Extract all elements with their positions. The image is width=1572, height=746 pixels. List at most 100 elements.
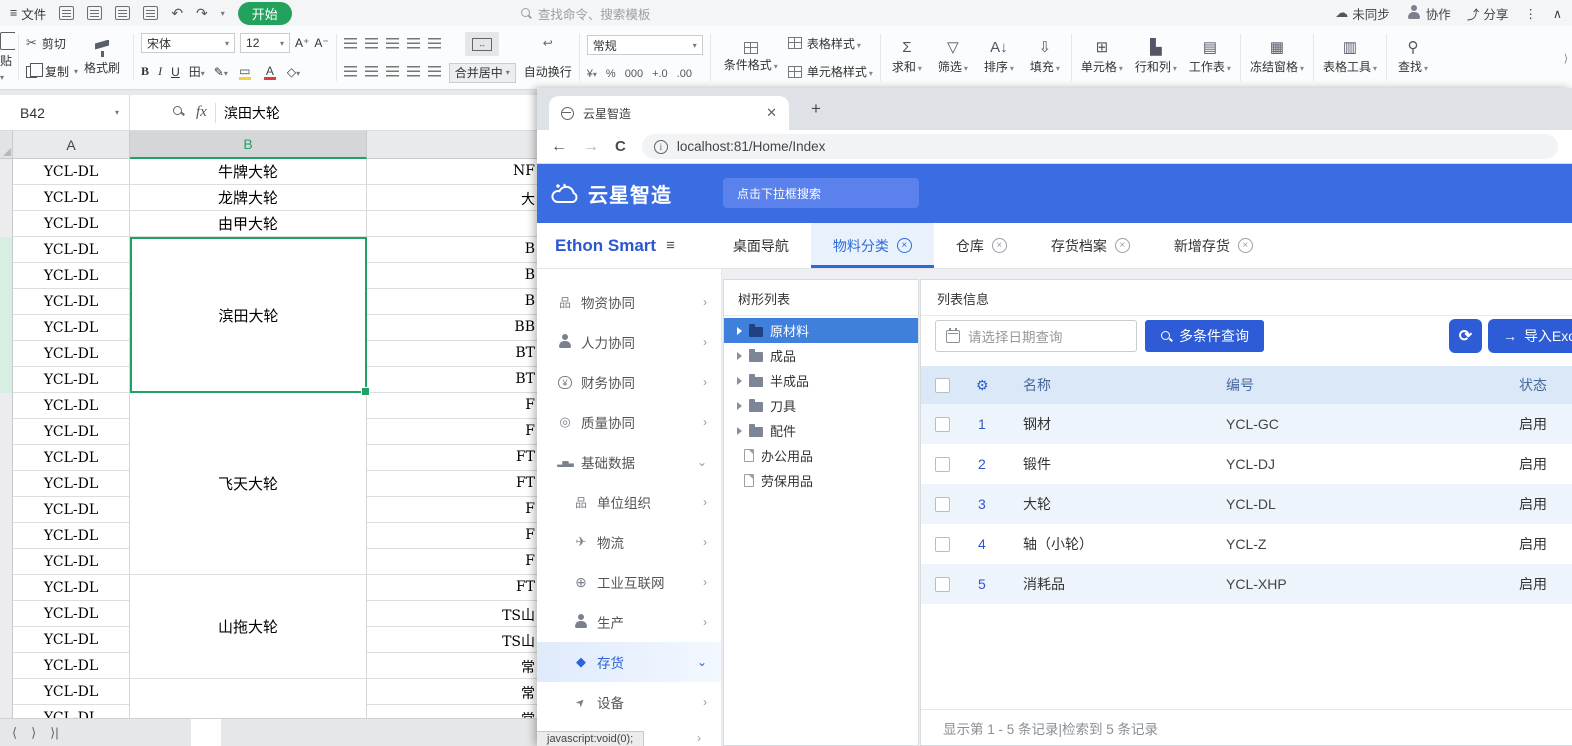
sidebar-item[interactable]: 质量协同 › xyxy=(537,402,721,442)
ribbon-big-button[interactable]: ▥表格工具 xyxy=(1317,29,1383,86)
expand-arrow-icon[interactable] xyxy=(737,352,742,360)
format-painter-button[interactable]: 格式刷 xyxy=(78,40,126,76)
ribbon-big-button[interactable]: ▦冻结窗格 xyxy=(1244,29,1310,86)
page-tab-close-icon[interactable]: × xyxy=(992,238,1007,253)
grid-cell-b[interactable]: 山拖大轮 xyxy=(130,575,367,679)
sidebar-item[interactable]: 人力协同 › xyxy=(537,322,721,362)
grid-cell-a[interactable]: YCL-DL xyxy=(13,549,130,575)
ribbon-expand-icon[interactable]: ⟩ xyxy=(1564,52,1568,65)
sheet-prev-icon[interactable]: ⟨ xyxy=(12,725,17,741)
grid-cell-a[interactable]: YCL-DL xyxy=(13,497,130,523)
sidebar-item[interactable]: 单位组织 › xyxy=(537,482,721,522)
menu-toggle-icon[interactable]: ≡ xyxy=(666,237,675,254)
paste-button[interactable]: 贴▾ xyxy=(0,29,15,86)
bold-button[interactable]: B xyxy=(141,64,149,79)
sheet-tab[interactable] xyxy=(101,719,131,746)
ribbon-big-button[interactable]: A↓排序 xyxy=(976,29,1022,86)
refresh-button[interactable]: ⟳ xyxy=(1449,319,1482,353)
page-tab[interactable]: 存货档案 × xyxy=(1029,223,1152,268)
column-name[interactable]: 名称 xyxy=(1023,375,1051,395)
expand-arrow-icon[interactable] xyxy=(737,327,742,335)
ribbon-big-button[interactable]: ▽筛选 xyxy=(930,29,976,86)
grid-cell-c[interactable]: BT xyxy=(367,367,537,393)
grid-cell-c[interactable]: 常 xyxy=(367,679,537,705)
fill-color-button[interactable]: ▭ xyxy=(237,64,253,80)
grid-cell-c[interactable]: TS山 xyxy=(367,601,537,627)
formula-value[interactable]: 滨田大轮 xyxy=(224,103,280,123)
grid-cell-a[interactable]: YCL-DL xyxy=(13,393,130,419)
increase-indent-icon[interactable] xyxy=(428,38,441,49)
grid-cell-a[interactable]: YCL-DL xyxy=(13,159,130,185)
select-all-checkbox[interactable] xyxy=(935,378,950,393)
sidebar-item[interactable]: 财务协同 › xyxy=(537,362,721,402)
decrease-font-icon[interactable]: A⁻ xyxy=(314,36,328,50)
grid-cell-b[interactable]: 牛牌大轮 xyxy=(130,159,367,185)
sidebar-item[interactable]: 生产 › xyxy=(537,602,721,642)
share-button[interactable]: ⤴分享 xyxy=(1467,4,1509,23)
row-number[interactable]: 5 xyxy=(978,576,986,592)
grid-cell-c[interactable]: BT xyxy=(367,341,537,367)
select-all-corner[interactable] xyxy=(0,131,13,158)
grid-cell-a[interactable]: YCL-DL xyxy=(13,367,130,393)
row-checkbox[interactable] xyxy=(935,497,950,512)
align-bottom-icon[interactable] xyxy=(386,38,399,49)
ribbon-big-button[interactable]: ⚲查找 xyxy=(1390,29,1436,86)
grid-cell-c[interactable]: 大 xyxy=(367,185,537,211)
row-header-strip[interactable] xyxy=(0,159,13,718)
page-info-icon[interactable]: i xyxy=(654,140,668,154)
page-tab[interactable]: 仓库 × xyxy=(934,223,1029,268)
grid-cell-c[interactable]: FT xyxy=(367,445,537,471)
column-header-a[interactable]: A xyxy=(13,131,130,158)
align-top-icon[interactable] xyxy=(344,38,357,49)
italic-button[interactable]: I xyxy=(158,64,162,79)
forward-icon[interactable]: → xyxy=(583,138,599,156)
ribbon-big-button[interactable]: ▤工作表 xyxy=(1183,29,1237,86)
grid-cell-b[interactable]: 飞天大轮 xyxy=(130,393,367,575)
borders-button[interactable]: 田▾ xyxy=(189,63,205,80)
row-checkbox[interactable] xyxy=(935,457,950,472)
grid-cell-c[interactable]: B xyxy=(367,263,537,289)
ribbon-big-button[interactable]: Σ求和 xyxy=(884,29,930,86)
name-box[interactable]: B42▾ xyxy=(0,95,130,130)
font-size-select[interactable]: 12▾ xyxy=(240,33,290,53)
fx-icon[interactable]: fx xyxy=(196,104,207,121)
collaborate-button[interactable]: 协作 xyxy=(1406,4,1451,23)
underline-button[interactable]: U xyxy=(171,65,180,79)
sheet-tab[interactable] xyxy=(191,719,221,746)
align-center-icon[interactable] xyxy=(365,66,378,77)
column-header-b[interactable]: B xyxy=(130,131,367,159)
draw-border-button[interactable]: ✎▾ xyxy=(214,65,228,79)
multi-condition-query-button[interactable]: 多条件查询 xyxy=(1145,320,1264,352)
grid-cell-c[interactable]: F xyxy=(367,549,537,575)
row-number[interactable]: 2 xyxy=(978,456,986,472)
grid-cell-a[interactable]: YCL-DL xyxy=(13,653,130,679)
expand-arrow-icon[interactable] xyxy=(737,377,742,385)
grid-cell-a[interactable]: YCL-DL xyxy=(13,185,130,211)
zoom-icon[interactable] xyxy=(172,105,184,117)
command-search[interactable]: 查找命令、搜索模板 xyxy=(520,4,651,23)
table-row[interactable]: 5 消耗品 YCL-XHP 启用 xyxy=(921,564,1572,604)
page-tab-close-icon[interactable]: × xyxy=(1238,238,1253,253)
tab-home[interactable]: 开始 xyxy=(238,2,292,25)
tree-item[interactable]: 劳保用品 xyxy=(724,468,918,493)
grid-cell-c[interactable]: F xyxy=(367,497,537,523)
browser-tab[interactable]: 云星智造 ✕ xyxy=(549,96,789,130)
grid-cell-c[interactable]: 常 xyxy=(367,653,537,679)
page-tab-close-icon[interactable]: × xyxy=(1115,238,1130,253)
grid-cell-a[interactable]: YCL-DL xyxy=(13,627,130,653)
copy-button[interactable]: 复制▾ xyxy=(26,59,78,85)
grid-cell-c[interactable]: TS山 xyxy=(367,627,537,653)
date-query-input[interactable]: 请选择日期查询 xyxy=(935,320,1137,352)
ribbon-big-button[interactable]: ▙行和列 xyxy=(1129,29,1183,86)
grid-cell-a[interactable]: YCL-DL xyxy=(13,575,130,601)
row-checkbox[interactable] xyxy=(935,577,950,592)
new-tab-button[interactable]: + xyxy=(805,98,827,120)
grid-cell-b[interactable] xyxy=(130,679,367,718)
cell-style-button[interactable]: 单元格样式 xyxy=(788,59,873,85)
grid-cell-a[interactable]: YCL-DL xyxy=(13,445,130,471)
quickbar-dropdown-icon[interactable]: ▾ xyxy=(221,9,225,18)
sidebar-item[interactable]: 物资协同 › xyxy=(537,282,721,322)
sync-status[interactable]: ☁未同步 xyxy=(1335,4,1390,23)
thousands-button[interactable]: 000 xyxy=(625,68,643,80)
grid-cell-c[interactable]: B xyxy=(367,289,537,315)
